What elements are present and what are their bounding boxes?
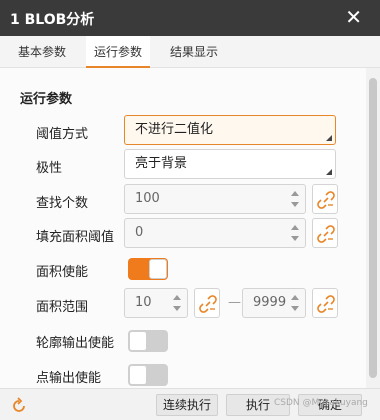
point-output-enable-toggle[interactable] xyxy=(128,364,168,386)
area-range-min-stepper[interactable]: 10 xyxy=(124,288,188,318)
contour-output-enable-toggle[interactable] xyxy=(128,330,168,352)
fill-area-threshold-value: 0 xyxy=(135,225,144,240)
close-icon[interactable]: ✕ xyxy=(345,6,362,28)
area-range-max-link-button[interactable] xyxy=(312,288,338,318)
polarity-select[interactable]: 亮于背景 xyxy=(124,149,336,179)
dropdown-corner-icon xyxy=(326,135,332,141)
tab-basic-params[interactable]: 基本参数 xyxy=(10,36,74,68)
tab-bar: 基本参数 运行参数 结果显示 xyxy=(0,36,380,68)
polarity-label: 极性 xyxy=(36,161,63,176)
stepper-arrows-icon[interactable] xyxy=(291,223,299,243)
window-title: 1 BLOB分析 xyxy=(10,12,95,28)
contour-output-enable-label: 轮廓输出使能 xyxy=(36,336,115,351)
scrollbar-thumb[interactable] xyxy=(369,78,377,378)
dropdown-corner-icon xyxy=(326,169,332,175)
area-enable-label: 面积使能 xyxy=(36,265,89,280)
run-params-panel: 运行参数 阈值方式 不进行二值化 极性 亮于背景 查找个数 100 填充面积阈值… xyxy=(0,68,366,388)
find-count-link-button[interactable] xyxy=(312,184,338,214)
toggle-knob xyxy=(149,259,167,279)
toggle-knob xyxy=(129,365,147,385)
link-icon xyxy=(199,295,217,313)
find-count-value: 100 xyxy=(135,191,160,206)
continuous-run-button[interactable]: 连续执行 xyxy=(156,394,218,416)
fill-area-threshold-link-button[interactable] xyxy=(312,218,338,248)
threshold-mode-value: 不进行二值化 xyxy=(135,122,214,137)
toggle-knob xyxy=(129,331,147,351)
vertical-scrollbar[interactable] xyxy=(366,68,380,388)
stepper-arrows-icon[interactable] xyxy=(173,293,181,313)
area-range-max-stepper[interactable]: 9999 xyxy=(242,288,306,318)
reset-icon[interactable] xyxy=(10,397,28,415)
area-range-label: 面积范围 xyxy=(36,300,89,315)
watermark: CSDN @Mosakuyang xyxy=(274,398,368,408)
link-icon xyxy=(317,225,335,243)
title-bar: 1 BLOB分析 ✕ xyxy=(0,0,380,36)
find-count-stepper[interactable]: 100 xyxy=(124,184,306,214)
threshold-mode-label: 阈值方式 xyxy=(36,127,89,142)
section-title: 运行参数 xyxy=(20,92,73,107)
range-separator: — xyxy=(228,295,241,310)
link-icon xyxy=(317,191,335,209)
fill-area-threshold-label: 填充面积阈值 xyxy=(36,230,115,245)
area-range-min-link-button[interactable] xyxy=(194,288,220,318)
area-range-max-value: 9999 xyxy=(253,295,287,310)
point-output-enable-label: 点输出使能 xyxy=(36,371,102,386)
tab-run-params[interactable]: 运行参数 xyxy=(86,36,151,68)
tab-result-display[interactable]: 结果显示 xyxy=(162,36,226,68)
stepper-arrows-icon[interactable] xyxy=(291,189,299,209)
area-range-min-value: 10 xyxy=(135,295,152,310)
find-count-label: 查找个数 xyxy=(36,196,89,211)
fill-area-threshold-stepper[interactable]: 0 xyxy=(124,218,306,248)
threshold-mode-select[interactable]: 不进行二值化 xyxy=(124,115,336,145)
stepper-arrows-icon[interactable] xyxy=(291,293,299,313)
polarity-value: 亮于背景 xyxy=(135,156,188,171)
link-icon xyxy=(317,295,335,313)
area-enable-toggle[interactable] xyxy=(128,258,168,280)
